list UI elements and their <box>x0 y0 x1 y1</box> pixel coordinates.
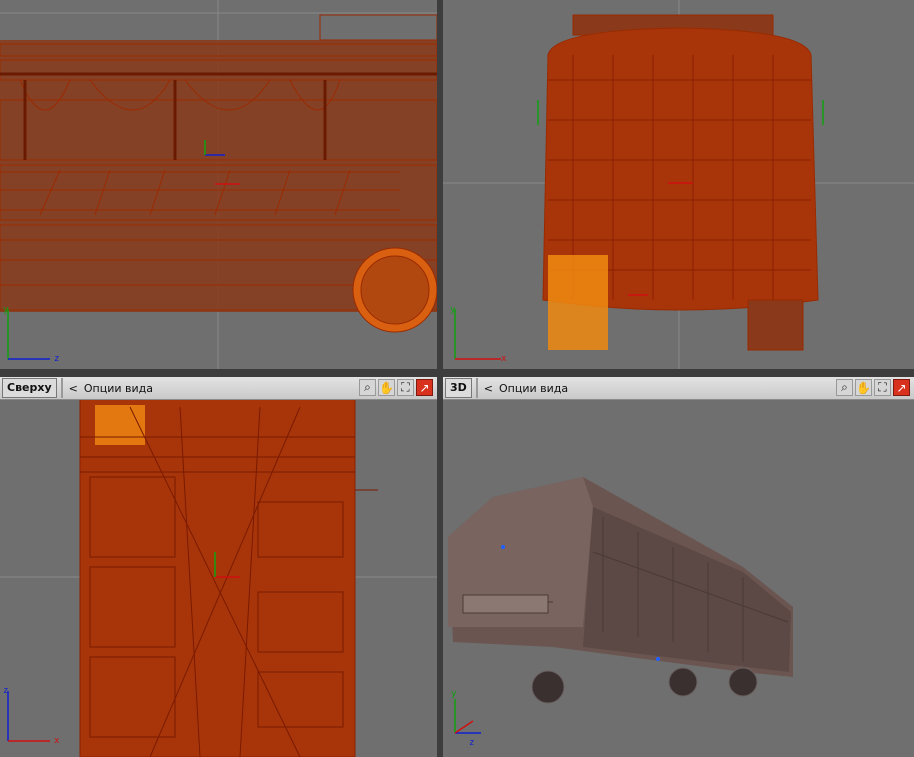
axis-label-horizontal: x <box>54 736 60 746</box>
axis-label-vertical: z <box>3 686 9 696</box>
pan-hand-icon[interactable]: ✋ <box>855 379 872 396</box>
zoom-icon[interactable]: ⌕ <box>359 379 376 396</box>
axis-label-vertical: y <box>3 305 9 315</box>
toolbar-divider <box>60 378 63 398</box>
maximize-icon[interactable]: ⛶ <box>397 379 414 396</box>
axis-label-vertical: y <box>451 689 457 699</box>
axis-label-vertical: y <box>450 305 456 315</box>
viewport-label-3d[interactable]: 3D <box>445 378 472 398</box>
view-options-arrow[interactable]: < <box>484 382 493 395</box>
bus-side-wireframe <box>0 0 437 369</box>
close-viewport-icon[interactable]: ↗ <box>893 379 910 396</box>
axis-label-horizontal: x <box>501 354 507 364</box>
view-options-menu[interactable]: Опции вида <box>84 382 153 395</box>
bus-3d-render <box>448 477 793 704</box>
bus-front-wireframe <box>443 0 914 369</box>
view-options-menu[interactable]: Опции вида <box>499 382 568 395</box>
viewport-top[interactable]: Сверху < Опции вида ⌕ ✋ ⛶ ↗ z x <box>0 377 437 757</box>
viewport-left[interactable]: y z <box>0 0 437 369</box>
viewport-front[interactable]: y x <box>443 0 914 369</box>
axis-label-horizontal: z <box>469 738 475 748</box>
viewport-label-top[interactable]: Сверху <box>2 378 57 398</box>
zoom-icon[interactable]: ⌕ <box>836 379 853 396</box>
viewport-3d[interactable]: 3D < Опции вида ⌕ ✋ ⛶ ↗ y z <box>443 377 914 757</box>
view-options-arrow[interactable]: < <box>69 382 78 395</box>
close-viewport-icon[interactable]: ↗ <box>416 379 433 396</box>
axis-label-horizontal: z <box>54 354 60 364</box>
bus-top-wireframe <box>0 377 437 757</box>
viewport-toolbar: 3D < Опции вида ⌕ ✋ ⛶ ↗ <box>443 377 914 400</box>
maximize-icon[interactable]: ⛶ <box>874 379 891 396</box>
toolbar-divider <box>475 378 478 398</box>
viewport-toolbar: Сверху < Опции вида ⌕ ✋ ⛶ ↗ <box>0 377 437 400</box>
pan-hand-icon[interactable]: ✋ <box>378 379 395 396</box>
